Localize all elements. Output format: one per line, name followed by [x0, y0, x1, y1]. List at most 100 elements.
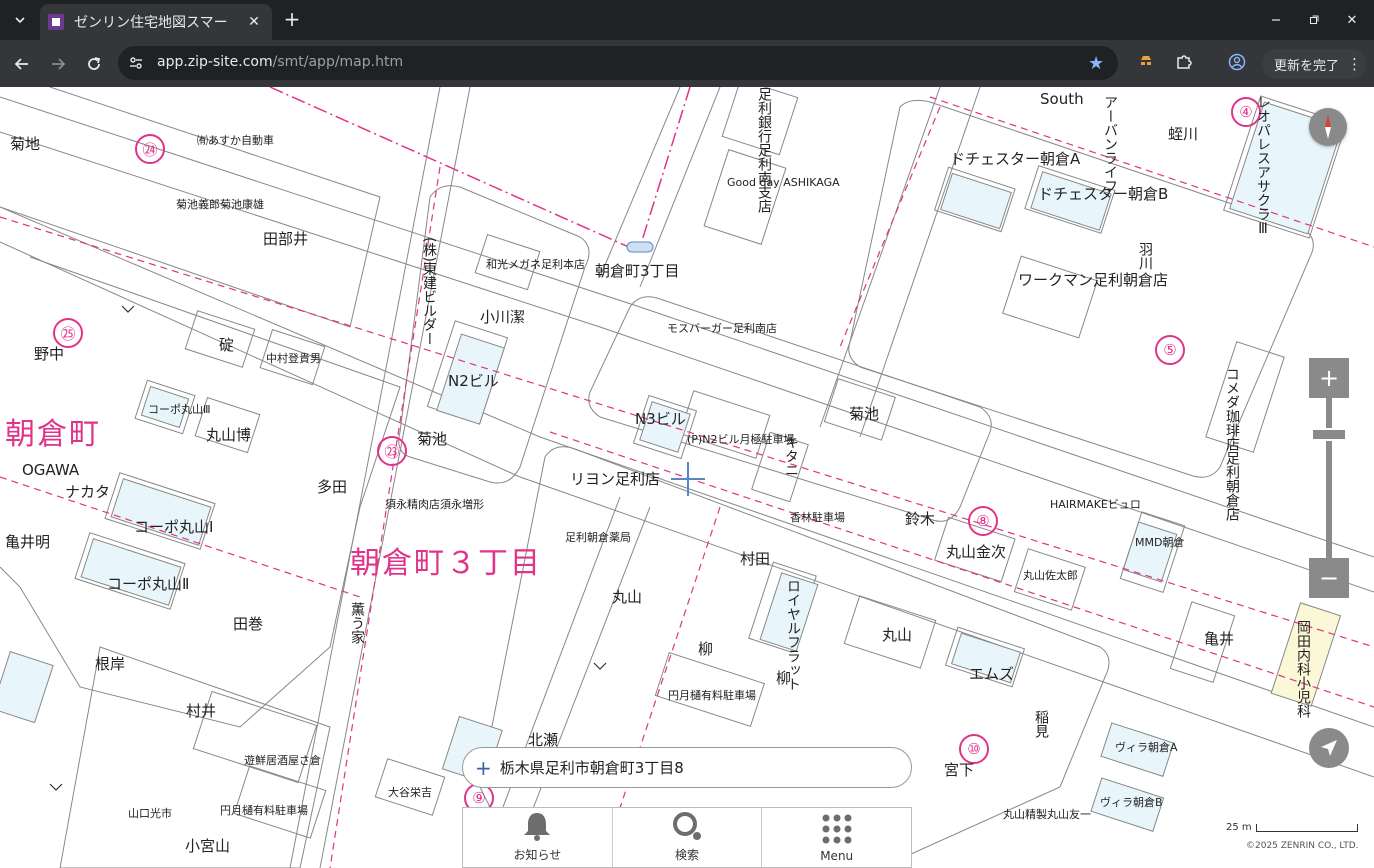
address-search-bar[interactable]: + 栃木県足利市朝倉町3丁目8	[462, 747, 912, 788]
url-path: /smt/app/map.htm	[272, 54, 404, 70]
building-label: 足利銀行足利南支店	[756, 87, 772, 213]
map-scale: 25 m	[1226, 822, 1360, 834]
building-label: ワークマン足利朝倉店	[1018, 271, 1169, 289]
building-label: 鈴木	[905, 510, 936, 528]
building-label: 円月樋有料駐車場	[668, 689, 756, 702]
building-label: アーバンライフ	[1102, 95, 1118, 193]
site-info-icon[interactable]	[126, 53, 146, 73]
back-arrow-icon[interactable]	[9, 51, 35, 77]
extension-spy-icon[interactable]	[1135, 53, 1157, 73]
window-restore-icon[interactable]	[1301, 8, 1327, 32]
search-icon	[673, 812, 701, 840]
locate-arrow-icon[interactable]	[1309, 728, 1349, 768]
bell-icon	[524, 813, 551, 841]
block-number-8: ⑧	[968, 506, 998, 536]
update-chrome-button[interactable]: 更新を完了 ⋮	[1262, 49, 1366, 79]
zenrin-favicon-icon	[48, 14, 64, 30]
tab-search-chevron-icon[interactable]	[6, 8, 34, 32]
building-label: 北瀬	[528, 731, 559, 749]
building-label: 大谷栄吉	[388, 786, 432, 799]
reload-icon[interactable]	[81, 51, 107, 77]
intersection-label: 朝倉町3丁目	[595, 262, 680, 280]
building-label: 丸山精製丸山友一	[1003, 808, 1091, 821]
new-tab-plus-icon[interactable]: +	[280, 8, 304, 32]
building-label: 田巻	[233, 615, 264, 633]
bookmark-star-icon[interactable]: ★	[1088, 53, 1104, 74]
building-label: HAIRMAKEビュロ	[1050, 498, 1141, 511]
building-label: 菊池	[417, 430, 448, 448]
building-label: レオパレスアサクラⅢ	[1255, 95, 1271, 237]
nav-label: お知らせ	[513, 848, 562, 862]
building-label: 丸山	[612, 588, 643, 606]
tab-close-icon[interactable]: ✕	[244, 14, 264, 30]
block-number-24: ㉔	[135, 134, 165, 164]
building-label: 丸山博	[206, 426, 252, 444]
building-label: (株)東建ビルダー	[421, 237, 437, 346]
building-label: MMD朝倉	[1135, 536, 1185, 549]
chevron-down-icon[interactable]	[49, 780, 63, 796]
building-label: コメダ珈琲店足利朝倉店	[1224, 367, 1240, 521]
plus-icon[interactable]: +	[475, 758, 492, 778]
building-label: 須永精肉店須永増形	[385, 498, 484, 511]
nav-search-button[interactable]: 検索	[613, 808, 763, 867]
window-minimize-icon[interactable]	[1263, 8, 1289, 32]
building-label: Good day ASHIKAGA	[727, 176, 840, 189]
copyright-text: ©2025 ZENRIN CO., LTD.	[1246, 841, 1359, 851]
building-label: 村井	[186, 702, 217, 720]
address-text: 栃木県足利市朝倉町3丁目8	[499, 759, 684, 777]
building-label: 亀井	[1204, 630, 1235, 648]
nav-notifications-button[interactable]: お知らせ	[463, 808, 613, 867]
window-close-icon[interactable]: ✕	[1339, 8, 1365, 32]
building-label: 羽川	[1137, 242, 1153, 270]
profile-avatar-icon[interactable]	[1226, 53, 1248, 75]
address-bar[interactable]: app.zip-site.com/smt/app/map.htm	[118, 46, 1118, 80]
scale-bar	[1256, 824, 1358, 832]
zoom-slider-thumb[interactable]	[1311, 428, 1347, 441]
update-label: 更新を完了	[1274, 58, 1340, 74]
building-label: ドチェスター朝倉A	[950, 150, 1081, 168]
kebab-menu-icon[interactable]: ⋮	[1347, 55, 1362, 73]
building-label: South	[1040, 90, 1084, 108]
block-number-5: ⑤	[1155, 335, 1185, 365]
extensions-puzzle-icon[interactable]	[1173, 53, 1195, 75]
forward-arrow-icon[interactable]	[45, 51, 71, 77]
building-label: 菊池義郎菊池康雄	[176, 198, 264, 211]
nav-label: Menu	[820, 849, 854, 863]
building-label: 蛭川	[1168, 125, 1199, 143]
url-text: app.zip-site.com/smt/app/map.htm	[157, 54, 403, 70]
zoom-in-button[interactable]: +	[1309, 358, 1349, 398]
building-label: 小川潔	[480, 308, 526, 326]
building-label: 田部井	[263, 230, 309, 248]
nav-menu-button[interactable]: Menu	[762, 808, 911, 867]
tab-strip: ゼンリン住宅地図スマー ✕ + ✕	[0, 0, 1374, 40]
building-label: ヴィラ朝倉B	[1100, 796, 1163, 809]
building-label: 小宮山	[185, 837, 231, 855]
building-label: 柳	[698, 640, 714, 658]
block-number-23: ㉓	[377, 436, 407, 466]
zoom-slider-track[interactable]	[1326, 398, 1332, 558]
nav-label: 検索	[675, 848, 700, 862]
map-center-crosshair-icon	[671, 462, 705, 496]
building-label: モスバーガー足利南店	[667, 322, 777, 335]
building-label: 香林駐車場	[790, 511, 845, 524]
building-label: コーポ丸山Ⅱ	[107, 575, 190, 593]
tab-title: ゼンリン住宅地図スマー	[74, 15, 228, 31]
zenrin-map-canvas[interactable]: 朝倉町3丁目 朝倉町３丁目 朝倉町 ㉔ ㉕ ㉓ ④ ⑤ ⑧ ⑩ ⑨ 菊地 ㈲あす…	[0, 87, 1374, 868]
building-label: 円月樋有料駐車場	[220, 804, 308, 817]
zoom-out-button[interactable]: −	[1309, 558, 1349, 598]
building-label: 薫う家	[349, 602, 365, 644]
building-label: 亀井明	[5, 533, 51, 551]
bottom-navigation: お知らせ 検索 Menu	[462, 807, 912, 868]
building-label: 稲見	[1033, 710, 1049, 738]
building-label: 丸山佐太郎	[1023, 569, 1078, 582]
building-label: 丸山金次	[946, 543, 1007, 561]
building-label: 足利朝倉薬局	[565, 531, 631, 544]
screen: ゼンリン住宅地図スマー ✕ + ✕ app.zip-site.com/smt/a…	[0, 0, 1374, 868]
compass-icon[interactable]	[1309, 108, 1347, 146]
browser-tab-active[interactable]: ゼンリン住宅地図スマー ✕	[40, 4, 272, 40]
building-label: 根岸	[95, 655, 126, 673]
building-label: OGAWA	[22, 461, 80, 479]
building-label: コーポ丸山Ⅰ	[134, 518, 214, 536]
chevron-down-icon[interactable]	[593, 659, 607, 675]
chevron-down-icon[interactable]	[121, 302, 135, 318]
